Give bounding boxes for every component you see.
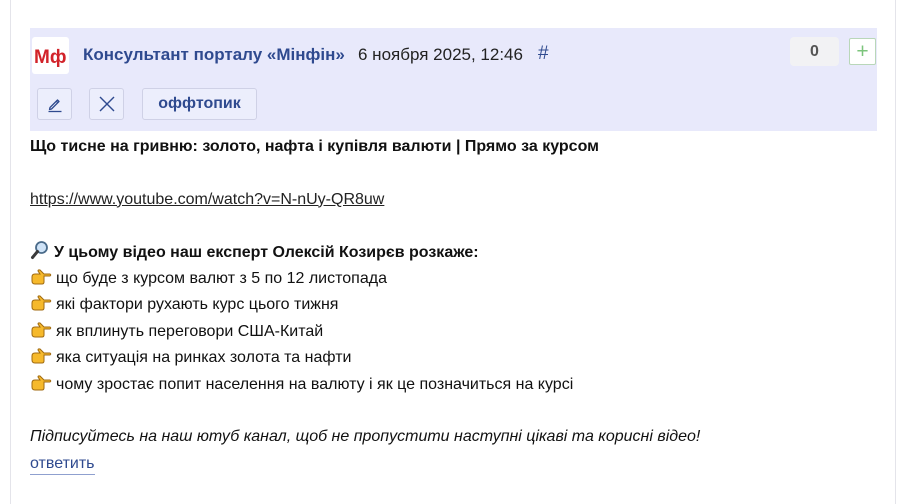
bullet-text: чому зростає попит населення на валюту і… [56,375,574,393]
post-title: Що тисне на гривню: золото, нафта і купі… [30,138,599,155]
bullet-text: які фактори рухають курс цього тижня [56,296,339,314]
bullet-item: чому зростає попит населення на валюту і… [30,372,890,398]
bullet-text: як вплинуть переговори США-Китай [56,322,324,340]
outro-text: Підписуйтесь на наш ютуб канал, щоб не п… [30,428,701,446]
youtube-link[interactable]: https://www.youtube.com/watch?v=N-nUy-QR… [30,191,384,208]
pencil-icon [48,99,61,113]
pointing-hand-emoji-icon [31,269,52,285]
minfin-logo-mark: Мф [34,47,66,67]
pointing-hand-emoji-icon [31,375,52,391]
bullet-item: яка ситуація на ринках золота та нафти [30,345,890,371]
vote-up-button[interactable]: + [849,38,876,65]
bullet-item: які фактори рухають курс цього тижня [30,292,890,318]
delete-button[interactable] [89,88,124,120]
bullet-item: що буде з курсом валют з 5 по 12 листопа… [30,266,890,292]
magnifier-emoji-icon [31,240,48,259]
bullet-text: яка ситуація на ринках золота та нафти [56,349,352,367]
svg-text:Мф: Мф [34,47,66,67]
comment-header: Мф Консультант порталу «Мінфін» 6 ноября… [30,28,877,131]
comment-date: 6 ноября 2025, 12:46 [358,45,523,64]
comment-body: Що тисне на гривню: золото, нафта і купі… [30,134,890,451]
offtopic-tag-button[interactable]: оффтопик [142,88,257,120]
intro-line: У цьому відео наш експерт Олексій Козирє… [30,240,890,266]
minfin-logo: Мф [32,37,69,74]
pointing-hand-emoji-icon [31,322,52,338]
score-counter: 0 [790,37,839,66]
bullet-item: як вплинуть переговори США-Китай [30,319,890,345]
close-icon [99,96,114,112]
author-link[interactable]: Консультант порталу «Мінфін» [83,45,345,65]
reply-link[interactable]: ответить [30,455,95,475]
permalink[interactable]: # [538,43,549,65]
intro-text: У цьому відео наш експерт Олексій Козирє… [54,243,479,261]
pointing-hand-emoji-icon [31,348,52,364]
pointing-hand-emoji-icon [31,295,52,311]
bullet-text: що буде з курсом валют з 5 по 12 листопа… [56,270,387,287]
edit-button[interactable] [37,88,72,120]
